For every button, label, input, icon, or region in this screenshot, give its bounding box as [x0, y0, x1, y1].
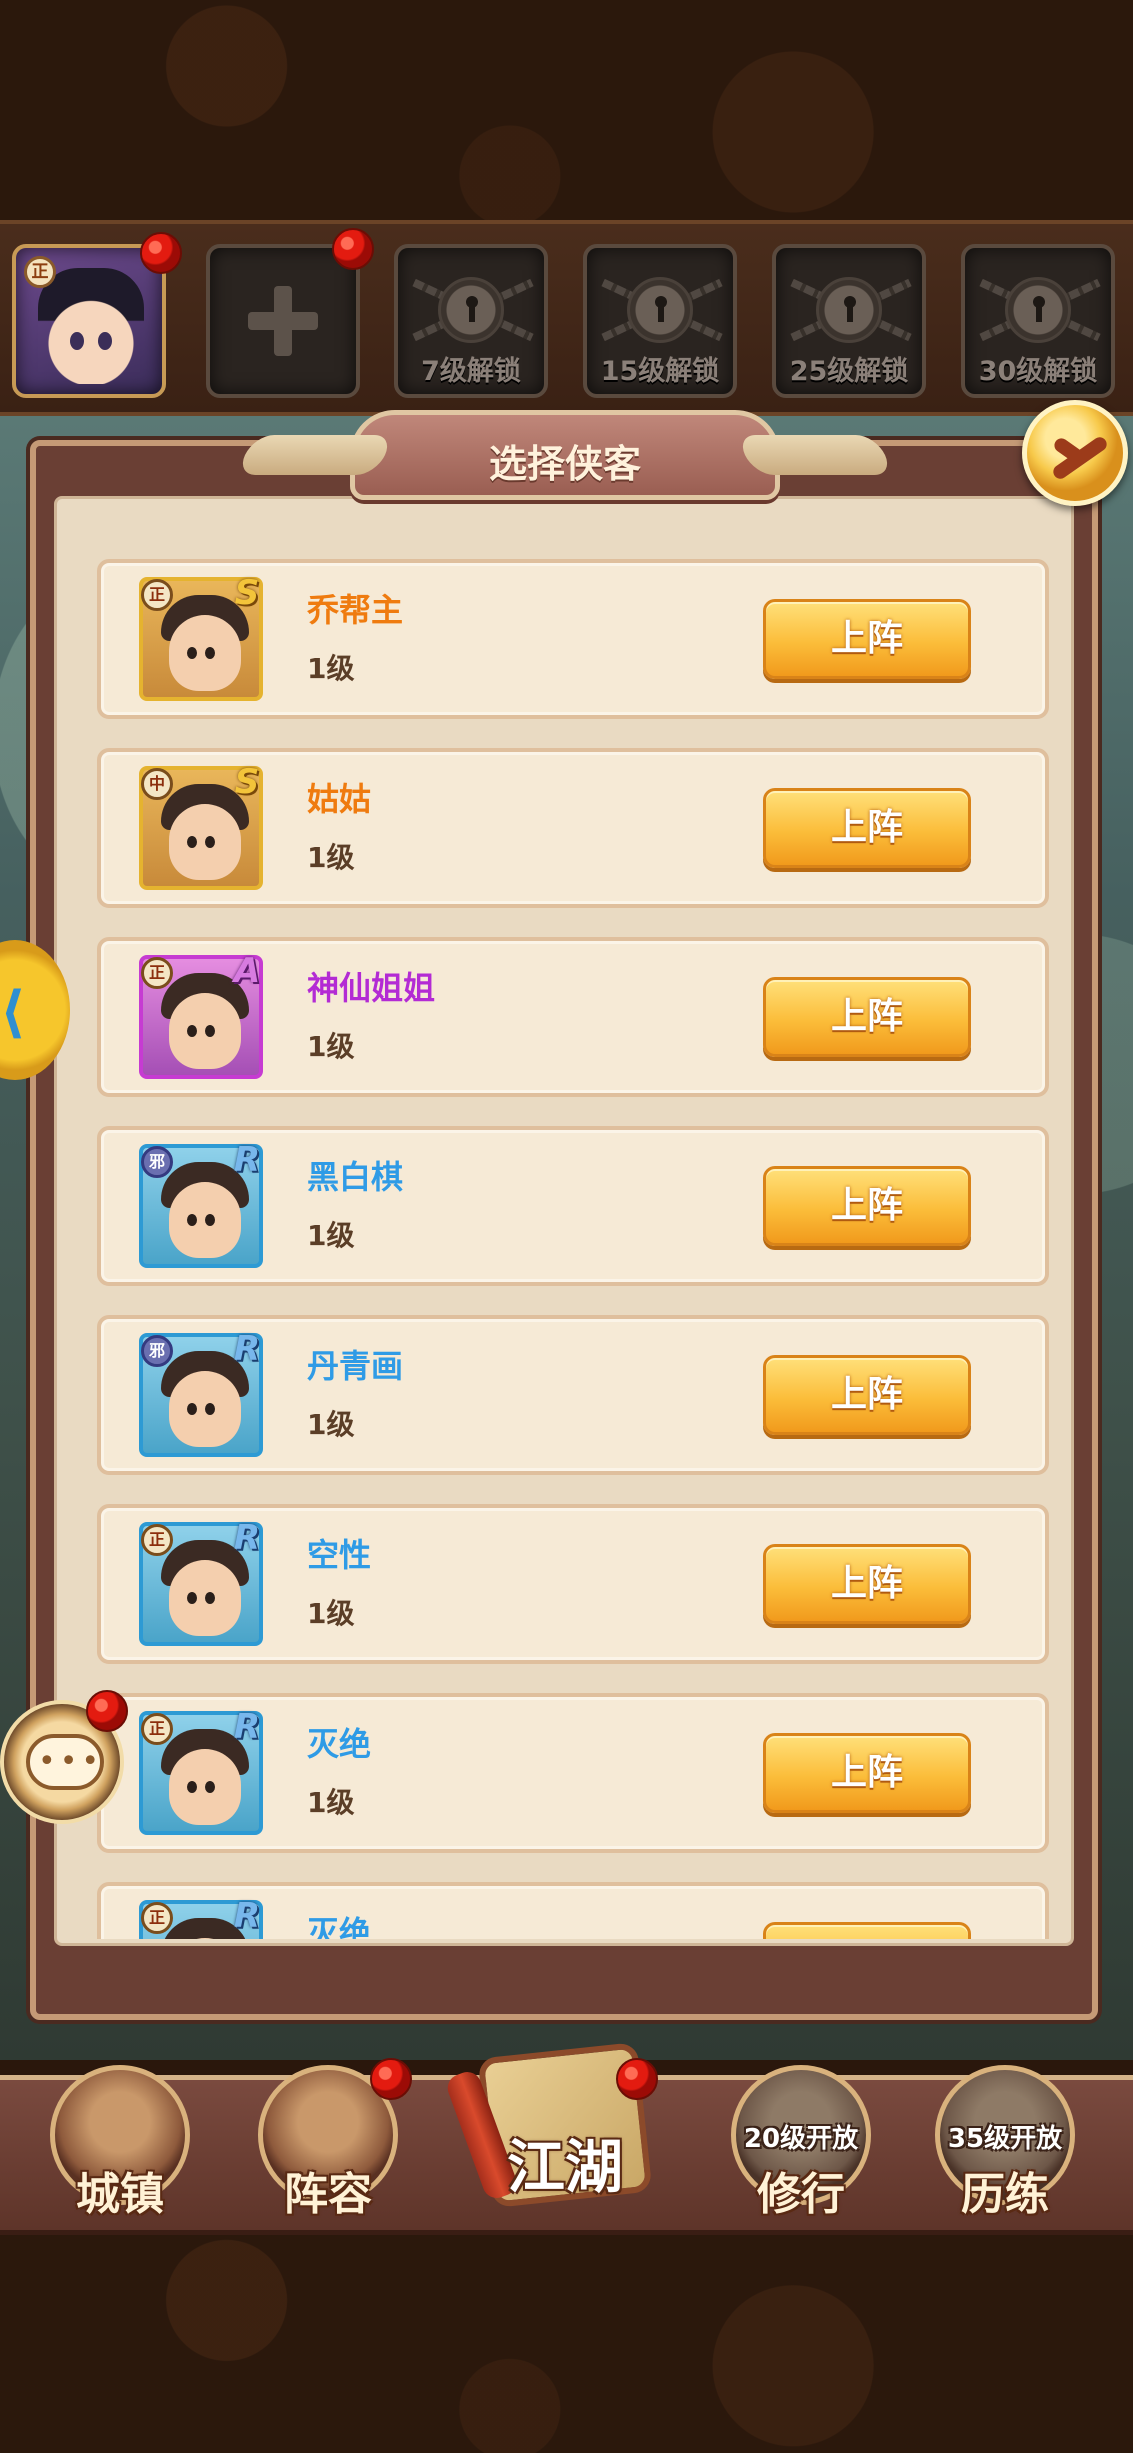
rank-badge: R: [233, 1329, 261, 1369]
deploy-button[interactable]: 上阵: [763, 1544, 971, 1624]
hero-name: 黑白棋: [307, 1158, 404, 1196]
unlock-label: 15级解锁: [600, 356, 720, 387]
faction-badge: 正: [141, 957, 173, 989]
hero-avatar[interactable]: 邪R: [139, 1140, 263, 1268]
notification-dot: [140, 232, 182, 274]
hero-avatar[interactable]: 正A: [139, 951, 263, 1079]
select-hero-panel: 正 S 乔帮主 1级 上阵中 S 姑姑 1级 上阵正 A 神仙姐姐 1级 上阵邪 R 黑白棋 1级 上阵邪 R 丹青…: [30, 440, 1098, 2020]
lock-icon: [1005, 277, 1071, 343]
faction-badge: 正: [141, 1902, 173, 1934]
hero-level: 1级: [307, 1219, 355, 1252]
hero-avatar[interactable]: 正R: [139, 1896, 263, 1939]
hero-level: 1级: [307, 1408, 355, 1441]
hero-avatar[interactable]: 正S: [139, 573, 263, 701]
hero-level: 1级: [307, 1786, 355, 1819]
hero-name: 灭绝: [307, 1725, 372, 1763]
training-lock-text: 35级开放: [947, 2124, 1063, 2154]
add-slot[interactable]: [206, 244, 360, 398]
panel-body: 正 S 乔帮主 1级 上阵中 S 姑姑 1级 上阵正 A 神仙姐姐 1级 上阵邪 R 黑白棋 1级 上阵邪 R 丹青…: [54, 496, 1074, 1946]
top-background: [0, 0, 1133, 220]
locked-slot-2[interactable]: 15级解锁: [583, 244, 737, 398]
practice-lock-text: 20级开放: [743, 2124, 859, 2154]
hero-level: 1级: [307, 652, 355, 685]
bottom-navigation: 城镇 阵容 江湖 20级开放 修行 35级开放 历练: [0, 2042, 1133, 2235]
hero-avatar[interactable]: 正R: [139, 1518, 263, 1646]
unlock-label: 25级解锁: [789, 356, 909, 387]
hero-row: 正 R 灭绝 1级 上阵: [97, 1693, 1049, 1853]
hero-row: 中 S 姑姑 1级 上阵: [97, 748, 1049, 908]
hero-name: 乔帮主: [307, 591, 404, 629]
faction-badge: 正: [141, 1524, 173, 1556]
notification-dot: [86, 1690, 128, 1732]
hero-level: 1级: [307, 1030, 355, 1063]
deploy-button[interactable]: 上阵: [763, 788, 971, 868]
locked-slot-1[interactable]: 7级解锁: [394, 244, 548, 398]
faction-badge: 邪: [141, 1335, 173, 1367]
deploy-button[interactable]: 上阵: [763, 1355, 971, 1435]
hero-portrait: [38, 268, 144, 384]
notification-dot: [332, 228, 374, 270]
hero-row: 正R灭绝上阵: [97, 1882, 1049, 1939]
panel-title: 选择侠客: [488, 442, 641, 486]
rank-badge: R: [233, 1707, 261, 1747]
rank-badge: R: [233, 1518, 261, 1558]
nav-practice[interactable]: 20级开放 修行: [726, 2060, 876, 2230]
faction-badge: 邪: [141, 1146, 173, 1178]
deploy-button[interactable]: 上阵: [763, 1922, 971, 1939]
notification-dot: [370, 2058, 412, 2100]
hero-row: 正 S 乔帮主 1级 上阵: [97, 559, 1049, 719]
hero-row: 邪 R 黑白棋 1级 上阵: [97, 1126, 1049, 1286]
rank-badge: S: [234, 762, 260, 802]
hero-name: 丹青画: [307, 1347, 404, 1385]
hero-list[interactable]: 正 S 乔帮主 1级 上阵中 S 姑姑 1级 上阵正 A 神仙姐姐 1级 上阵邪 R 黑白棋 1级 上阵邪 R 丹青…: [97, 559, 1049, 1939]
hero-avatar[interactable]: 中S: [139, 762, 263, 890]
plus-icon: [248, 286, 318, 356]
deploy-button[interactable]: 上阵: [763, 977, 971, 1057]
faction-badge: 正: [24, 256, 56, 288]
faction-badge: 正: [141, 579, 173, 611]
lock-icon: [627, 277, 693, 343]
rank-badge: R: [233, 1896, 261, 1936]
lock-icon: [816, 277, 882, 343]
locked-slot-3[interactable]: 25级解锁: [772, 244, 926, 398]
lineup-slot-bar: 正 7级解锁 15级解锁 25级解锁 30级解锁: [0, 220, 1133, 416]
lock-icon: [438, 277, 504, 343]
nav-town[interactable]: 城镇: [45, 2060, 195, 2230]
unlock-label: 30级解锁: [978, 356, 1098, 387]
nav-training[interactable]: 35级开放 历练: [930, 2060, 1080, 2230]
deploy-button[interactable]: 上阵: [763, 599, 971, 679]
close-button[interactable]: [1022, 400, 1128, 506]
locked-slot-4[interactable]: 30级解锁: [961, 244, 1115, 398]
hero-name: 神仙姐姐: [307, 969, 436, 1007]
deploy-button[interactable]: 上阵: [763, 1166, 971, 1246]
rank-badge: R: [233, 1140, 261, 1180]
hero-row: 邪 R 丹青画 1级 上阵: [97, 1315, 1049, 1475]
notification-dot: [616, 2058, 658, 2100]
hero-avatar[interactable]: 邪R: [139, 1329, 263, 1457]
rank-badge: A: [233, 951, 261, 991]
hero-name: 空性: [307, 1536, 372, 1574]
unlock-label: 7级解锁: [421, 356, 521, 387]
panel-title-plaque: 选择侠客: [235, 410, 895, 500]
hero-level: 1级: [307, 1597, 355, 1630]
faction-badge: 中: [141, 768, 173, 800]
faction-badge: 正: [141, 1713, 173, 1745]
hero-row: 正 R 空性 1级 上阵: [97, 1504, 1049, 1664]
rank-badge: S: [234, 573, 260, 613]
hero-name: 姑姑: [307, 780, 372, 818]
hero-level: 1级: [307, 841, 355, 874]
hero-slot-1[interactable]: 正: [12, 244, 166, 398]
hero-avatar[interactable]: 正R: [139, 1707, 263, 1835]
hero-row: 正 A 神仙姐姐 1级 上阵: [97, 937, 1049, 1097]
hero-name: 灭绝: [307, 1914, 372, 1939]
deploy-button[interactable]: 上阵: [763, 1733, 971, 1813]
bottom-background: [0, 2235, 1133, 2453]
